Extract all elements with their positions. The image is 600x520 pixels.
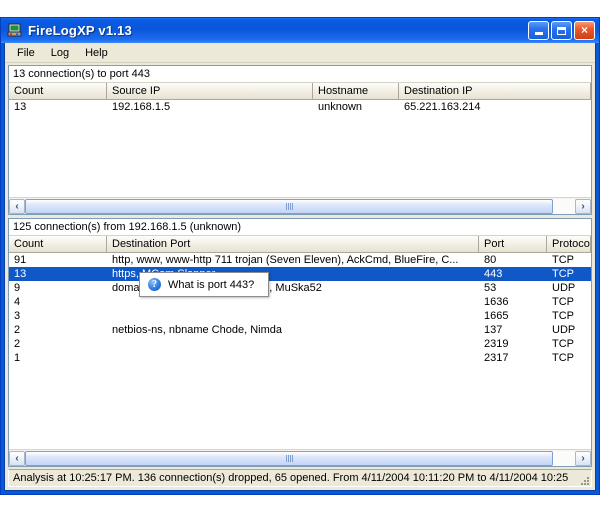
cell-count: 9 (14, 282, 21, 294)
client-area: File Log Help 13 connection(s) to port 4… (4, 43, 596, 491)
cell-destination-port: netbios-ns, nbname Chode, Nimda (112, 324, 282, 336)
top-panel-header: Count Source IP Hostname Destination IP (9, 83, 591, 100)
menu-help[interactable]: Help (78, 45, 115, 61)
table-row[interactable]: 3 1665 TCP (9, 309, 591, 323)
cell-source-ip: 192.168.1.5 (112, 101, 171, 113)
column-header-destination-ip[interactable]: Destination IP (399, 83, 591, 99)
bottom-panel-rows: 91 http, www, www-http 711 trojan (Seven… (9, 253, 591, 449)
cell-count: 4 (14, 296, 21, 308)
table-row[interactable]: 91 http, www, www-http 711 trojan (Seven… (9, 253, 591, 267)
cell-destination-port (107, 295, 479, 309)
cell-destination-port: http, www, www-http 711 trojan (Seven El… (112, 254, 459, 266)
cell-count: 2 (14, 338, 21, 350)
cell-protocol: TCP (552, 310, 574, 322)
application-window: FireLogXP v1.13 × File Log Help 13 conne… (0, 17, 600, 495)
cell-port: 2319 (484, 338, 509, 350)
cell-count: 3 (14, 310, 21, 322)
cell-protocol: TCP (552, 296, 574, 308)
scroll-track[interactable] (25, 198, 575, 214)
cell-port: 53 (484, 282, 497, 294)
scroll-grip-icon (285, 202, 293, 210)
minimize-button[interactable] (528, 21, 549, 40)
help-question-icon: ? (148, 278, 161, 291)
scroll-right-icon[interactable]: › (575, 450, 591, 466)
column-header-count[interactable]: Count (9, 83, 107, 99)
cell-count: 91 (14, 254, 27, 266)
top-panel-rows: 13 192.168.1.5 unknown 65.221.163.214 (9, 100, 591, 197)
cell-protocol: UDP (552, 282, 576, 294)
bottom-panel-header: Count Destination Port Port Protocol (9, 236, 591, 253)
cell-count: 13 (14, 101, 27, 113)
table-row[interactable]: 9 domain, ADM Worm, Lion Worm, MuSka52 5… (9, 281, 591, 295)
cell-protocol: TCP (552, 268, 574, 280)
column-header-hostname[interactable]: Hostname (313, 83, 399, 99)
top-panel-caption: 13 connection(s) to port 443 (9, 66, 591, 83)
column-header-port[interactable]: Port (479, 236, 547, 252)
resize-grip-icon[interactable] (577, 473, 589, 485)
cell-port: 443 (484, 268, 503, 280)
table-row[interactable]: 13 192.168.1.5 unknown 65.221.163.214 (9, 100, 591, 114)
cell-protocol: TCP (552, 254, 574, 266)
table-row[interactable]: 1 2317 TCP (9, 351, 591, 365)
bottom-panel-caption: 125 connection(s) from 192.168.1.5 (unkn… (9, 219, 591, 236)
table-row-selected[interactable]: 13 https, MCom Slapper 443 TCP (9, 267, 591, 281)
bottom-panel-hscrollbar[interactable]: ‹ › (9, 449, 591, 466)
cell-protocol: TCP (552, 338, 574, 350)
title-bar[interactable]: FireLogXP v1.13 × (1, 18, 599, 43)
outgoing-connections-panel: 125 connection(s) from 192.168.1.5 (unkn… (8, 218, 592, 467)
status-bar: Analysis at 10:25:17 PM. 136 connection(… (8, 469, 592, 487)
cell-port: 2317 (484, 352, 509, 364)
window-title: FireLogXP v1.13 (28, 23, 132, 38)
window-frame: FireLogXP v1.13 × File Log Help 13 conne… (0, 17, 600, 495)
scroll-track[interactable] (25, 450, 575, 466)
column-header-source-ip[interactable]: Source IP (107, 83, 313, 99)
table-row[interactable]: 2 netbios-ns, nbname Chode, Nimda 137 UD… (9, 323, 591, 337)
scroll-thumb[interactable] (25, 450, 553, 466)
cell-protocol: TCP (552, 352, 574, 364)
tooltip-text: What is port 443? (168, 278, 255, 291)
top-panel-hscrollbar[interactable]: ‹ › (9, 197, 591, 214)
cell-port: 1636 (484, 296, 509, 308)
cell-destination-port (107, 309, 479, 323)
cell-port: 137 (484, 324, 503, 336)
column-header-destination-port[interactable]: Destination Port (107, 236, 479, 252)
table-row[interactable]: 2 2319 TCP (9, 337, 591, 351)
close-icon: × (580, 23, 588, 37)
incoming-connections-panel: 13 connection(s) to port 443 Count Sourc… (8, 65, 592, 215)
scroll-thumb[interactable] (25, 198, 553, 214)
cell-port: 1665 (484, 310, 509, 322)
cell-destination-port (107, 351, 479, 365)
cell-count: 2 (14, 324, 21, 336)
panels-container: 13 connection(s) to port 443 Count Sourc… (5, 63, 595, 469)
cell-destination-port (107, 337, 479, 351)
maximize-button[interactable] (551, 21, 572, 40)
scroll-right-icon[interactable]: › (575, 198, 591, 214)
menu-bar: File Log Help (5, 43, 595, 63)
cell-protocol: UDP (552, 324, 576, 336)
cell-count: 13 (14, 268, 27, 280)
menu-file[interactable]: File (10, 45, 42, 61)
cell-count: 1 (14, 352, 21, 364)
status-text: Analysis at 10:25:17 PM. 136 connection(… (13, 472, 569, 484)
window-controls: × (528, 21, 595, 40)
column-header-count[interactable]: Count (9, 236, 107, 252)
menu-log[interactable]: Log (44, 45, 76, 61)
close-button[interactable]: × (574, 21, 595, 40)
computer-icon (7, 23, 23, 38)
table-row[interactable]: 4 1636 TCP (9, 295, 591, 309)
scroll-left-icon[interactable]: ‹ (9, 198, 25, 214)
cell-destination-ip: 65.221.163.214 (404, 101, 481, 113)
scroll-grip-icon (285, 454, 293, 462)
port-help-tooltip[interactable]: ? What is port 443? (139, 272, 270, 297)
cell-port: 80 (484, 254, 497, 266)
column-header-protocol[interactable]: Protocol (547, 236, 591, 252)
cell-hostname: unknown (318, 101, 363, 113)
scroll-left-icon[interactable]: ‹ (9, 450, 25, 466)
